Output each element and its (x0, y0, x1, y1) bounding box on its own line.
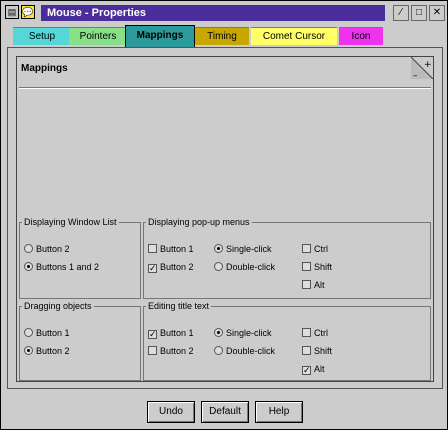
button-bar: Undo Default Help (1, 393, 447, 429)
close-icon[interactable]: ✕ (429, 5, 445, 21)
editing-title-group: Editing title text ✓ Button 1 Button 2 Si… (143, 301, 431, 381)
radio-off-icon (24, 244, 33, 253)
window-list-group: Displaying Window List Button 2 Buttons … (19, 217, 141, 299)
svg-text:+: + (424, 60, 432, 70)
window-title: Mouse - Properties (41, 5, 385, 21)
editing-title-legend: Editing title text (148, 301, 210, 311)
maximize-icon[interactable]: □ (411, 5, 427, 21)
tab-comet-cursor[interactable]: Comet Cursor (251, 27, 337, 45)
window-list-buttons12-radio[interactable]: Buttons 1 and 2 (24, 261, 99, 273)
radio-on-icon (24, 262, 33, 271)
popup-single-click-radio[interactable]: Single-click (214, 243, 272, 255)
radio-off-icon (24, 328, 33, 337)
title-bar: ▤ 💬 Mouse - Properties ∕ □ ✕ (3, 3, 447, 23)
mappings-panel: Mappings + – Displaying Window List Butt… (16, 56, 434, 382)
title-divider (19, 87, 431, 89)
radio-off-icon (214, 262, 223, 271)
tab-strip: Setup Pointers Mappings Timing Comet Cur… (5, 25, 445, 47)
editing-ctrl-checkbox[interactable]: Ctrl (302, 327, 328, 339)
popup-ctrl-checkbox[interactable]: Ctrl (302, 243, 328, 255)
checkbox-icon (148, 244, 157, 253)
checkbox-icon (302, 346, 311, 355)
popup-shift-checkbox[interactable]: Shift (302, 261, 332, 273)
popup-button2-checkbox[interactable]: ✓ Button 2 (148, 261, 194, 273)
window-list-button2-radio[interactable]: Button 2 (24, 243, 70, 255)
tab-timing[interactable]: Timing (195, 27, 249, 45)
tab-setup[interactable]: Setup (13, 27, 71, 45)
help-button[interactable]: Help (255, 401, 303, 423)
dragging-button1-radio[interactable]: Button 1 (24, 327, 70, 339)
page-title: Mappings (21, 63, 68, 74)
editing-shift-checkbox[interactable]: Shift (302, 345, 332, 357)
popup-menus-group: Displaying pop-up menus Button 1 ✓ Button… (143, 217, 431, 299)
svg-text:–: – (413, 71, 418, 79)
mappings-page: Mappings + – Displaying Window List Butt… (7, 47, 443, 389)
editing-button2-checkbox[interactable]: Button 2 (148, 345, 194, 357)
dragging-legend: Dragging objects (24, 301, 92, 311)
checkbox-icon (302, 262, 311, 271)
editing-alt-checkbox[interactable]: ✓ Alt (302, 363, 325, 375)
window-list-legend: Displaying Window List (24, 217, 117, 227)
mouse-properties-window: ▤ 💬 Mouse - Properties ∕ □ ✕ Setup Point… (0, 0, 448, 430)
radio-on-icon (24, 346, 33, 355)
editing-double-click-radio[interactable]: Double-click (214, 345, 275, 357)
checkbox-icon (302, 328, 311, 337)
dragging-button2-radio[interactable]: Button 2 (24, 345, 70, 357)
popup-menus-legend: Displaying pop-up menus (148, 217, 250, 227)
radio-off-icon (214, 346, 223, 355)
default-button[interactable]: Default (201, 401, 249, 423)
speech-bubble-icon[interactable]: 💬 (21, 5, 35, 19)
tab-pointers[interactable]: Pointers (69, 27, 127, 45)
dragging-group: Dragging objects Button 1 Button 2 (19, 301, 141, 381)
undo-button[interactable]: Undo (147, 401, 195, 423)
system-menu-icon[interactable]: ▤ (5, 5, 19, 19)
tab-icon[interactable]: Icon (339, 27, 383, 45)
popup-double-click-radio[interactable]: Double-click (214, 261, 275, 273)
page-corner-icon[interactable]: + – (411, 57, 433, 79)
checkbox-icon (302, 244, 311, 253)
checkmark-icon: ✓ (148, 329, 157, 339)
tab-mappings[interactable]: Mappings (125, 25, 195, 47)
popup-alt-checkbox[interactable]: Alt (302, 279, 325, 291)
editing-button1-checkbox[interactable]: ✓ Button 1 (148, 327, 194, 339)
radio-on-icon (214, 244, 223, 253)
checkmark-icon: ✓ (148, 263, 157, 273)
popup-button1-checkbox[interactable]: Button 1 (148, 243, 194, 255)
editing-single-click-radio[interactable]: Single-click (214, 327, 272, 339)
minimize-icon[interactable]: ∕ (393, 5, 409, 21)
checkmark-icon: ✓ (302, 365, 311, 375)
checkbox-icon (148, 346, 157, 355)
checkbox-icon (302, 280, 311, 289)
radio-on-icon (214, 328, 223, 337)
